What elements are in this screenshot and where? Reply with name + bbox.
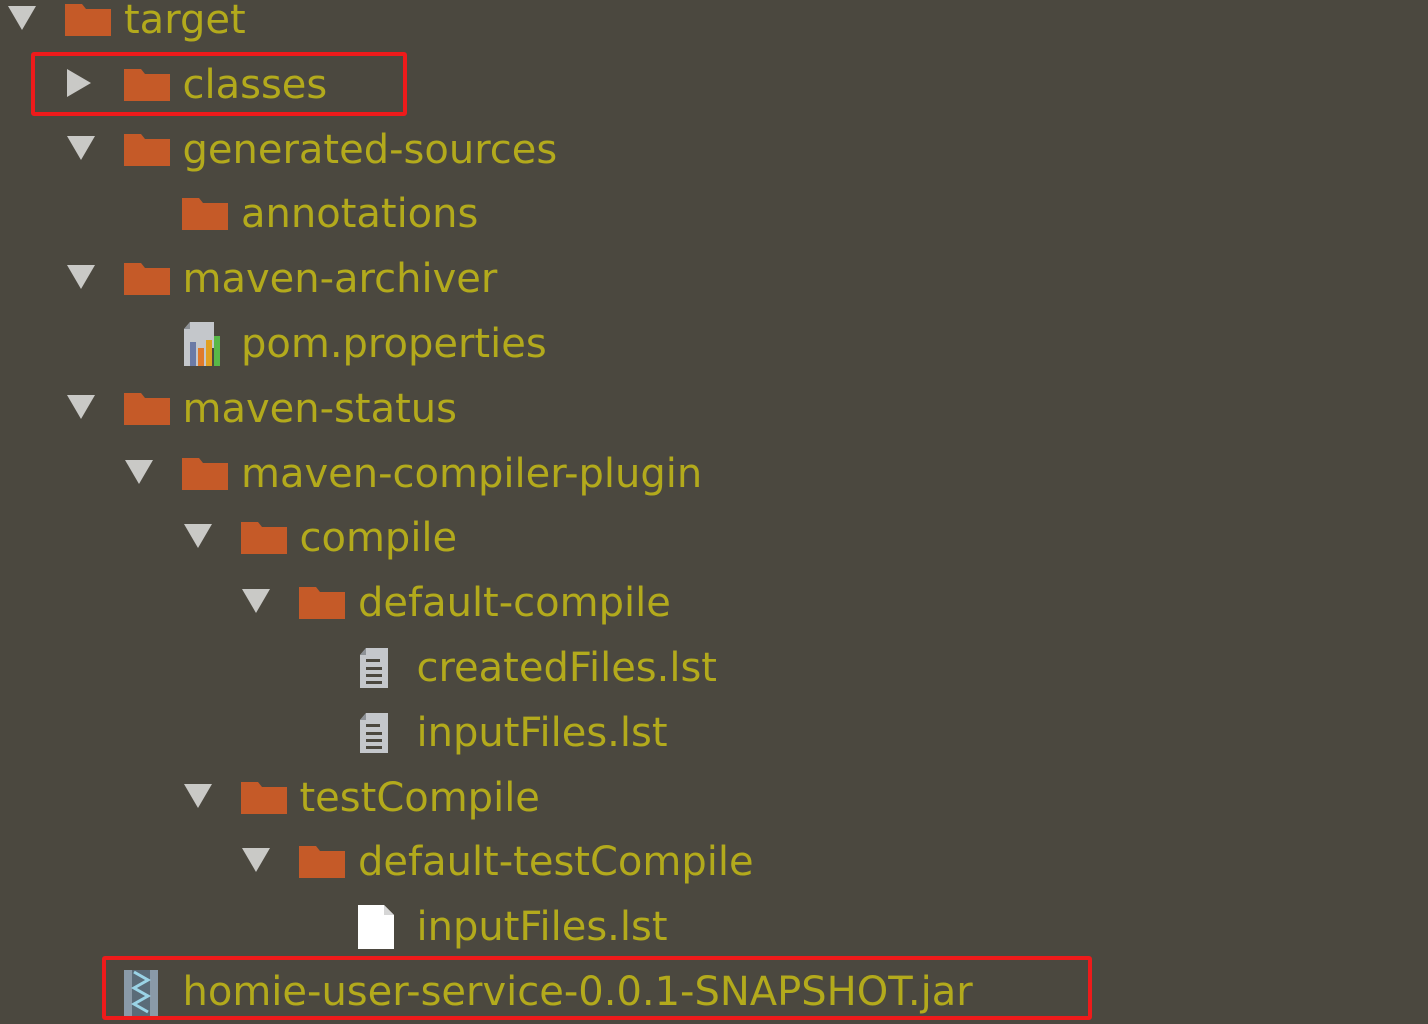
tree-item-label: maven-status bbox=[182, 385, 457, 432]
tree-row-default-testcompile[interactable]: default-testCompile bbox=[0, 830, 1428, 894]
tree-row-maven-archiver[interactable]: maven-archiver bbox=[0, 247, 1428, 311]
expanded-arrow-icon[interactable] bbox=[125, 459, 153, 484]
tree-item-label: default-compile bbox=[358, 580, 671, 627]
properties-file-icon bbox=[182, 322, 228, 366]
expanded-arrow-icon[interactable] bbox=[66, 394, 95, 419]
highlight-box-classes bbox=[31, 52, 407, 116]
folder-icon bbox=[182, 454, 228, 494]
tree-item-label: inputFiles.lst bbox=[416, 904, 668, 951]
expanded-arrow-icon[interactable] bbox=[8, 6, 36, 30]
expanded-arrow-icon[interactable] bbox=[183, 783, 212, 808]
folder-icon bbox=[182, 194, 228, 234]
expanded-arrow-icon[interactable] bbox=[66, 265, 95, 290]
tree-item-label: maven-archiver bbox=[182, 256, 498, 303]
tree-row-maven-compiler-plugin[interactable]: maven-compiler-plugin bbox=[0, 442, 1428, 506]
tree-item-label: pom.properties bbox=[241, 321, 547, 367]
tree-item-label: createdFiles.lst bbox=[416, 645, 718, 691]
expanded-arrow-icon[interactable] bbox=[242, 848, 270, 873]
tree-row-testcompile[interactable]: testCompile bbox=[0, 766, 1428, 830]
tree-row-generated-sources[interactable]: generated-sources bbox=[0, 118, 1428, 182]
tree-row-target[interactable]: target bbox=[0, 0, 1428, 52]
tree-row-default-compile[interactable]: default-compile bbox=[0, 571, 1428, 635]
file-icon bbox=[357, 905, 404, 950]
folder-icon bbox=[240, 778, 287, 818]
folder-icon bbox=[123, 130, 170, 170]
folder-icon bbox=[299, 583, 345, 623]
tree-item-label: inputFiles.lst bbox=[416, 709, 668, 756]
tree-row-pom-properties[interactable]: pom.properties bbox=[0, 312, 1428, 376]
tree-row-maven-status[interactable]: maven-status bbox=[0, 377, 1428, 441]
tree-item-label: maven-compiler-plugin bbox=[241, 450, 703, 497]
folder-icon bbox=[299, 842, 345, 882]
folder-icon bbox=[65, 0, 111, 40]
text-file-icon bbox=[358, 648, 404, 688]
tree-item-label: target bbox=[124, 0, 246, 43]
tree-item-label: testCompile bbox=[299, 774, 540, 821]
tree-row-createdfiles-lst[interactable]: createdFiles.lst bbox=[0, 636, 1428, 700]
project-tree: homie-user-service-0.0.1-SNAPSHOT.jar inp… bbox=[0, 0, 1428, 1024]
tree-row-annotations[interactable]: annotations bbox=[0, 182, 1428, 246]
folder-icon bbox=[240, 518, 287, 558]
expanded-arrow-icon[interactable] bbox=[66, 135, 95, 160]
tree-item-label: annotations bbox=[241, 191, 479, 238]
tree-row-inputfiles-lst[interactable]: inputFiles.lst bbox=[0, 895, 1428, 959]
tree-item-label: compile bbox=[299, 515, 458, 562]
expanded-arrow-icon[interactable] bbox=[183, 524, 212, 549]
tree-row-inputfiles-lst[interactable]: inputFiles.lst bbox=[0, 701, 1428, 765]
folder-icon bbox=[123, 259, 170, 299]
tree-item-label: generated-sources bbox=[182, 126, 558, 173]
expanded-arrow-icon[interactable] bbox=[242, 589, 270, 614]
text-file-icon bbox=[358, 712, 404, 753]
folder-icon bbox=[123, 389, 170, 429]
highlight-box-jar bbox=[102, 956, 1092, 1020]
tree-row-compile[interactable]: compile bbox=[0, 506, 1428, 570]
tree-item-label: default-testCompile bbox=[358, 839, 754, 886]
